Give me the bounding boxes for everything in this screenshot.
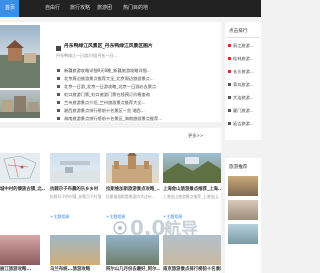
list-item[interactable]: 虹口旅游门票_虹口旅游门票在线预订价格查询	[64, 91, 214, 98]
list-bullet	[57, 101, 60, 104]
featured-title[interactable]: 丹东鸭绿江风景区_丹东鸭绿江风景区图片	[64, 43, 214, 50]
nav-item-guides[interactable]: 旅行攻略	[65, 0, 95, 17]
card-image-4[interactable]	[163, 153, 221, 183]
card-title[interactable]: 拉斯维加斯旅游景点攻略_...	[106, 186, 160, 193]
featured-image-art	[0, 40, 40, 88]
card-image-3[interactable]	[106, 153, 159, 183]
nav-item-tours[interactable]: 旅游团	[92, 0, 117, 17]
list-bullet	[57, 77, 60, 80]
card-title[interactable]: 南京旅游景点排行榜前十名景区...	[163, 266, 221, 273]
rank-marker-2	[228, 57, 231, 60]
sidebar-item[interactable]: 厦门旅游...	[233, 107, 260, 114]
list-bullet	[57, 109, 60, 112]
nav-item-destinations[interactable]: 热门目的地	[118, 0, 153, 17]
list-bullet	[57, 85, 60, 88]
list-item[interactable]: 海南旅游景点排行榜前十名景区_海南旅游景点推荐...	[64, 115, 214, 122]
list-item[interactable]: 北京周边旅游景点推荐大全_北京周边旅游景点...	[64, 75, 214, 82]
list-bullet	[57, 117, 60, 120]
secondary-image[interactable]	[0, 90, 40, 118]
card-title[interactable]: 阿尔山几月份去最好_阿尔...	[106, 266, 160, 273]
list-bullet	[57, 69, 60, 72]
card-title[interactable]: 上海金山旅游景点推荐_上海...	[163, 186, 221, 193]
card-image-2[interactable]	[50, 153, 100, 183]
watermark-logo: 0.0 航导	[112, 210, 222, 246]
sidebar-item[interactable]: 延吉旅游...	[233, 120, 260, 127]
watermark-art: 0.0 航导	[113, 216, 198, 240]
rank-marker-5	[228, 96, 231, 99]
card-subtitle: 上海金山旅游景点推荐_上海金山...	[163, 194, 221, 199]
card-title[interactable]: 乌兰布统...旅游攻略	[50, 266, 102, 273]
card-image-6[interactable]	[50, 235, 100, 265]
landscape-art	[163, 157, 221, 183]
village-art	[50, 161, 100, 183]
sidebar2-title: 旅游推荐	[229, 165, 248, 170]
card-subtitle: 拉斯维加斯是美国内华达州...	[106, 194, 156, 199]
nav-item-free-travel[interactable]: 自由行	[40, 0, 65, 17]
top-nav: 首页 自由行 旅行攻略 旅游团 热门目的地	[0, 0, 261, 17]
featured-image[interactable]	[0, 25, 40, 88]
card-title[interactable]: 丽江旅游攻略...	[0, 266, 45, 273]
sidebar-item[interactable]: 桂林旅游...	[233, 55, 260, 62]
castle-art	[112, 153, 152, 183]
headline-marker	[56, 46, 61, 51]
featured-desc: 丹东鸭绿江一日游介绍|丹东一日...	[56, 53, 118, 58]
card-title[interactable]: 抗戟尕子布晨的乐乡乡村	[50, 186, 102, 193]
card-title[interactable]: 城中村的傣族古镇_北...	[0, 186, 45, 193]
album-tag[interactable]: +主题相册	[50, 214, 69, 220]
list-item[interactable]: 新疆旅游攻略详细9天8晚_新疆旅游攻略详细...	[64, 67, 214, 74]
divider	[227, 37, 259, 38]
rank-marker-7	[228, 122, 231, 125]
sidebar-item[interactable]: 长沙旅游...	[233, 68, 260, 75]
rank-marker-6	[228, 109, 231, 112]
card-subtitle: 抗戟尕子的村落_抗戟尕子村落...	[50, 194, 102, 199]
sidebar-ranking: 点击排行 丽江旅游... 桂林旅游... 长沙旅游... 青岛旅游... 大连旅…	[225, 22, 261, 140]
sidebar-title: 点击排行	[229, 29, 248, 34]
sidebar-recommend: 旅游推荐	[225, 158, 261, 273]
list-item[interactable]: 兰州旅游景点介绍_兰州旅游景点推荐大全...	[64, 99, 214, 106]
svg-text:航导: 航导	[164, 219, 198, 240]
rank-marker-1	[228, 44, 231, 47]
card-image-1[interactable]	[0, 153, 40, 183]
list-bullet	[57, 93, 60, 96]
rank-marker-4	[228, 83, 231, 86]
recommend-image-2[interactable]	[228, 200, 258, 220]
map-art	[3, 155, 37, 180]
more-link[interactable]: 更多>>	[188, 132, 218, 139]
featured-section: 丹东鸭绿江风景区_丹东鸭绿江风景区图片 丹东鸭绿江一日游介绍|丹东一日... 新…	[0, 22, 221, 122]
list-item[interactable]: 湘西旅游景点排行榜前十名景区一览 湘西...	[64, 107, 214, 114]
secondary-image-art	[0, 96, 40, 118]
recommend-image-3[interactable]	[228, 224, 258, 244]
list-item[interactable]: 北京一日游_北京一日游攻略_北京一日游必去景点	[64, 83, 214, 90]
sidebar-item[interactable]: 大连旅游...	[233, 94, 260, 101]
sidebar-item[interactable]: 青岛旅游...	[233, 81, 260, 88]
nav-item-home[interactable]: 首页	[0, 0, 19, 17]
recommend-image-1[interactable]	[228, 176, 258, 196]
sidebar-item[interactable]: 丽江旅游...	[233, 42, 260, 49]
card-image-5[interactable]	[0, 235, 40, 265]
rank-marker-3	[228, 70, 231, 73]
svg-text:0.0: 0.0	[130, 216, 165, 240]
cards-section: 更多>> 城中村的傣族古镇_北... 抗戟尕子布晨的乐乡乡村 抗戟尕子的村落_抗…	[0, 128, 221, 273]
